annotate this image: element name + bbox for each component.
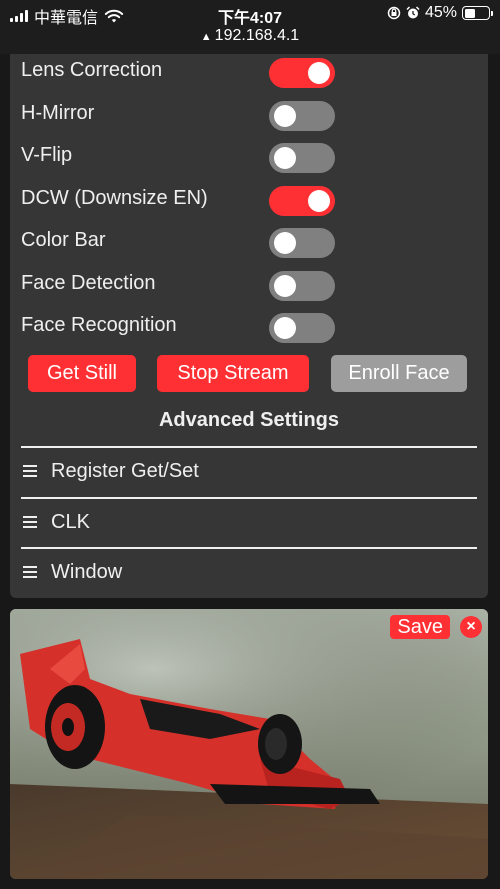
color-bar-toggle[interactable] — [269, 228, 335, 258]
section-label: Window — [51, 561, 123, 583]
save-button[interactable]: Save — [390, 615, 450, 639]
dcw-toggle[interactable] — [269, 186, 335, 216]
menu-icon — [23, 465, 37, 477]
toggle-knob — [274, 147, 296, 169]
status-bar: 中華電信 下午4:07 45% ▲ 192.168.4.1 — [0, 0, 500, 54]
setting-label: Face Recognition — [21, 314, 177, 336]
setting-label: V-Flip — [21, 144, 73, 166]
setting-color-bar: Color Bar — [21, 227, 481, 258]
enroll-face-button[interactable]: Enroll Face — [331, 355, 467, 392]
section-register-get-set[interactable]: Register Get/Set — [21, 446, 477, 494]
setting-dcw: DCW (Downsize EN) — [21, 185, 481, 216]
rotation-lock-icon — [387, 6, 401, 20]
setting-lens-correction: Lens Correction — [21, 57, 481, 88]
menu-icon — [23, 566, 37, 578]
battery-icon — [462, 6, 493, 20]
address-bar[interactable]: ▲ 192.168.4.1 — [0, 27, 500, 45]
toggle-knob — [274, 317, 296, 339]
setting-h-mirror: H-Mirror — [21, 100, 481, 131]
setting-label: Color Bar — [21, 229, 106, 251]
status-right: 45% — [387, 4, 493, 22]
get-still-button[interactable]: Get Still — [28, 355, 136, 392]
stop-stream-button[interactable]: Stop Stream — [157, 355, 309, 392]
v-flip-toggle[interactable] — [269, 143, 335, 173]
battery-percent: 45% — [424, 4, 457, 21]
lens-correction-toggle[interactable] — [269, 58, 335, 88]
battery-level — [464, 8, 475, 18]
toggle-knob — [274, 275, 296, 297]
stream-image — [10, 609, 488, 879]
section-label: CLK — [51, 511, 90, 533]
face-detection-toggle[interactable] — [269, 271, 335, 301]
toggle-knob — [274, 232, 296, 254]
setting-label: Face Detection — [21, 272, 156, 294]
setting-face-recognition: Face Recognition — [21, 312, 481, 343]
toggle-knob — [308, 190, 330, 212]
advanced-settings-title: Advanced Settings — [158, 409, 340, 431]
menu-icon — [23, 516, 37, 528]
setting-v-flip: V-Flip — [21, 142, 481, 173]
url-text: 192.168.4.1 — [214, 27, 300, 44]
settings-panel: Lens Correction H-Mirror V-Flip DCW (Dow… — [10, 54, 488, 598]
toggle-knob — [308, 62, 330, 84]
section-clk[interactable]: CLK — [21, 497, 477, 545]
section-label: Register Get/Set — [51, 460, 199, 482]
warning-icon: ▲ — [200, 31, 212, 43]
setting-label: H-Mirror — [21, 102, 95, 124]
toggle-knob — [274, 105, 296, 127]
setting-label: DCW (Downsize EN) — [21, 187, 208, 209]
face-recognition-toggle[interactable] — [269, 313, 335, 343]
section-window[interactable]: Window — [21, 547, 477, 595]
alarm-icon — [406, 6, 420, 19]
setting-label: Lens Correction — [21, 59, 163, 81]
setting-face-detection: Face Detection — [21, 270, 481, 301]
h-mirror-toggle[interactable] — [269, 101, 335, 131]
close-icon[interactable]: × — [460, 616, 482, 638]
stream-preview: Save × — [10, 609, 488, 879]
